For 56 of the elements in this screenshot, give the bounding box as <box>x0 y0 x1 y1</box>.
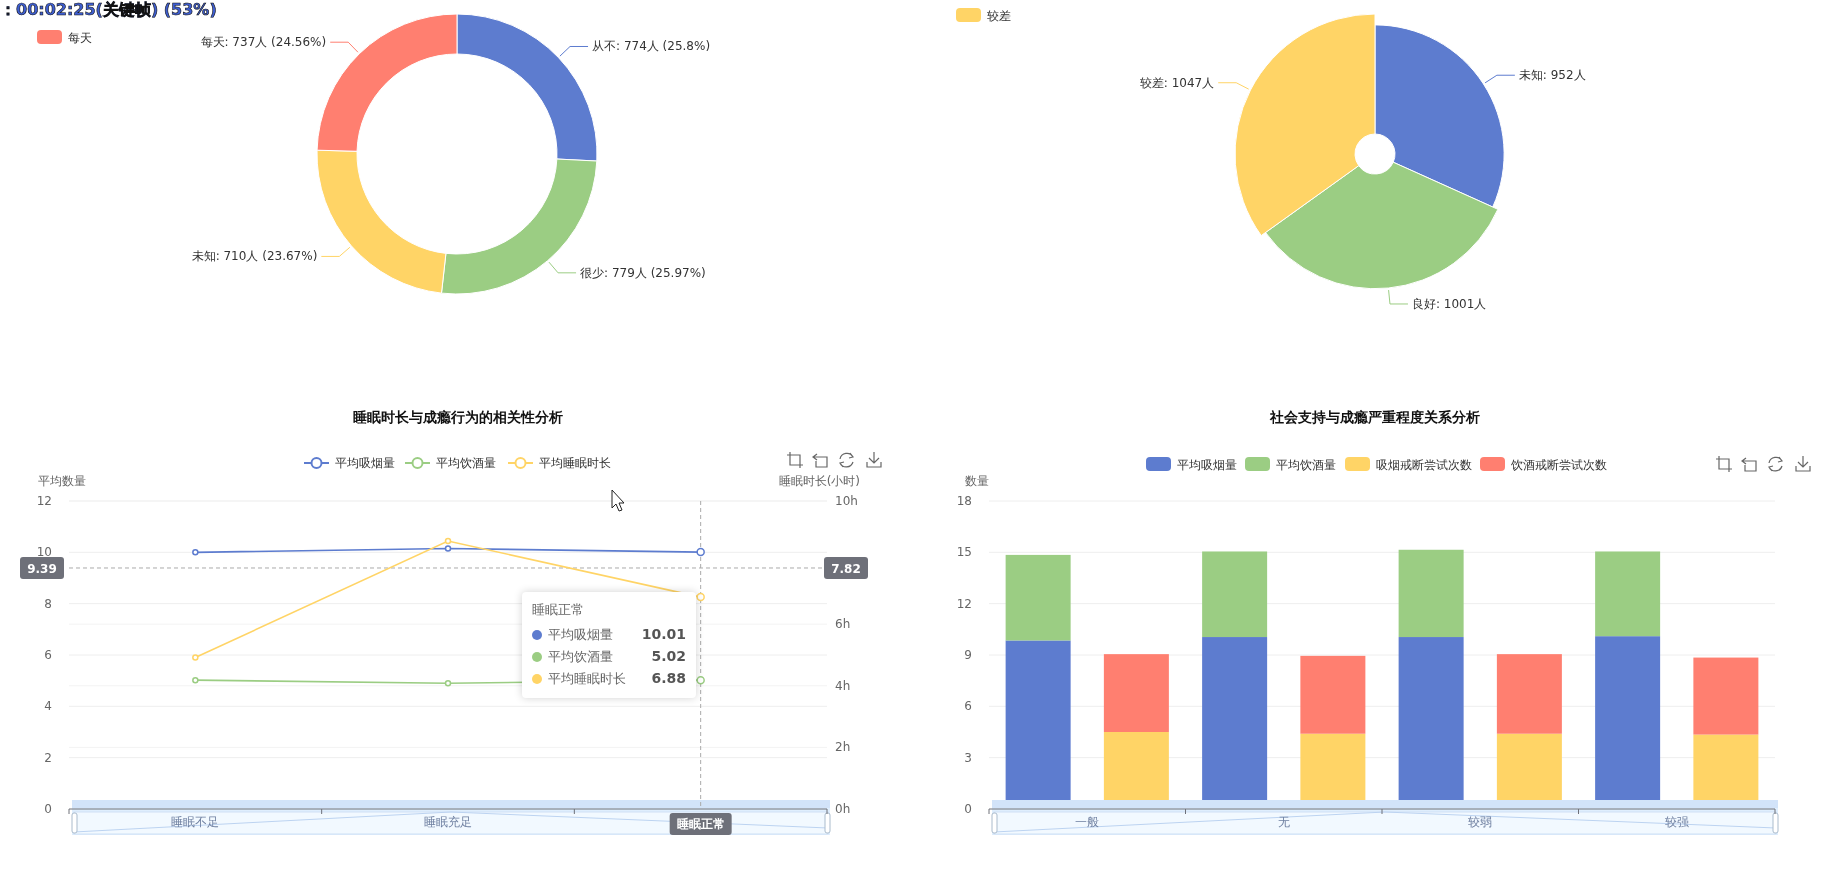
axis-pointer-label: 9.39 <box>20 557 64 579</box>
axis-label: 6 <box>44 648 52 662</box>
axis-label: 无 <box>1277 815 1290 829</box>
axis-label: 睡眠充足 <box>424 815 472 829</box>
axis-label: 10 <box>36 545 52 560</box>
slice-label: 未知: 952人 <box>1518 68 1586 83</box>
slice-label: 很少: 779人 (25.97%) <box>580 265 706 280</box>
axis-label: 0 <box>44 802 52 816</box>
axis-label: 6h <box>835 617 851 632</box>
axis-label: 3 <box>964 750 972 765</box>
axis-title: 睡眠时长(小时) <box>778 474 860 488</box>
axis-label: 0h <box>835 802 851 816</box>
series-name: 平均睡眠时长 <box>548 669 626 688</box>
axis-label: 睡眠不足 <box>171 815 220 829</box>
axis-label: 9 <box>964 648 972 662</box>
axis-label: 6 <box>964 699 972 714</box>
legend-label: 吸烟戒断尝试次数 <box>1376 457 1472 472</box>
axis-title: 数量 <box>965 474 989 488</box>
axis-label: 8 <box>44 596 52 611</box>
axis-label: 较弱 <box>1468 815 1493 829</box>
axis-pointer-label: 睡眠正常 <box>669 813 732 835</box>
recording-status-text: ：00:02:25(关键帧) (53%) <box>0 0 217 20</box>
legend-label: 平均饮酒量 <box>436 456 496 470</box>
axis-label: 12 <box>36 494 52 508</box>
axis-label: 10h <box>835 494 858 508</box>
chart-title: 社会支持与成瘾严重程度关系分析 <box>1270 409 1480 425</box>
axis-label: 一般 <box>1075 815 1100 829</box>
slice-label: 从不: 774人 (25.8%) <box>592 39 711 54</box>
x-tick-label: 睡眠正常 <box>676 817 725 831</box>
slice-label: 未知: 710人 (23.67%) <box>191 249 318 264</box>
axis-label: 4 <box>44 699 52 714</box>
slice-label: 良好: 1001人 <box>1411 297 1487 311</box>
series-value: 10.01 <box>641 625 686 644</box>
chart-title: 睡眠时长与成瘾行为的相关性分析 <box>353 409 563 425</box>
axis-label: 4h <box>835 678 851 693</box>
axis-pointer-label: 7.82 <box>824 557 868 579</box>
slice-label: 较差: 1047人 <box>1139 75 1215 90</box>
legend-label: 平均睡眠时长 <box>539 456 611 470</box>
axis-label: 0 <box>964 802 972 816</box>
series-value: 5.02 <box>651 647 686 666</box>
legend-label: 平均吸烟量 <box>335 456 395 470</box>
axis-label: 较强 <box>1664 815 1689 829</box>
axis-label: 15 <box>956 545 972 560</box>
series-name: 平均吸烟量 <box>548 625 613 644</box>
series-value: 6.88 <box>651 669 686 688</box>
legend-label: 平均饮酒量 <box>1276 457 1336 472</box>
axis-label: 18 <box>956 494 972 508</box>
legend-label: 平均吸烟量 <box>1177 457 1237 472</box>
axis-label: 2h <box>835 740 851 755</box>
tooltip-title: 睡眠正常 <box>532 601 585 619</box>
axis-title: 平均数量 <box>38 474 86 488</box>
axis-label: 12 <box>956 596 972 611</box>
slice-label: 每天: 737人 (24.56%) <box>200 35 327 50</box>
series-name: 平均饮酒量 <box>548 647 613 666</box>
legend-label: 饮酒戒断尝试次数 <box>1510 457 1607 472</box>
axis-label: 2 <box>44 750 52 765</box>
